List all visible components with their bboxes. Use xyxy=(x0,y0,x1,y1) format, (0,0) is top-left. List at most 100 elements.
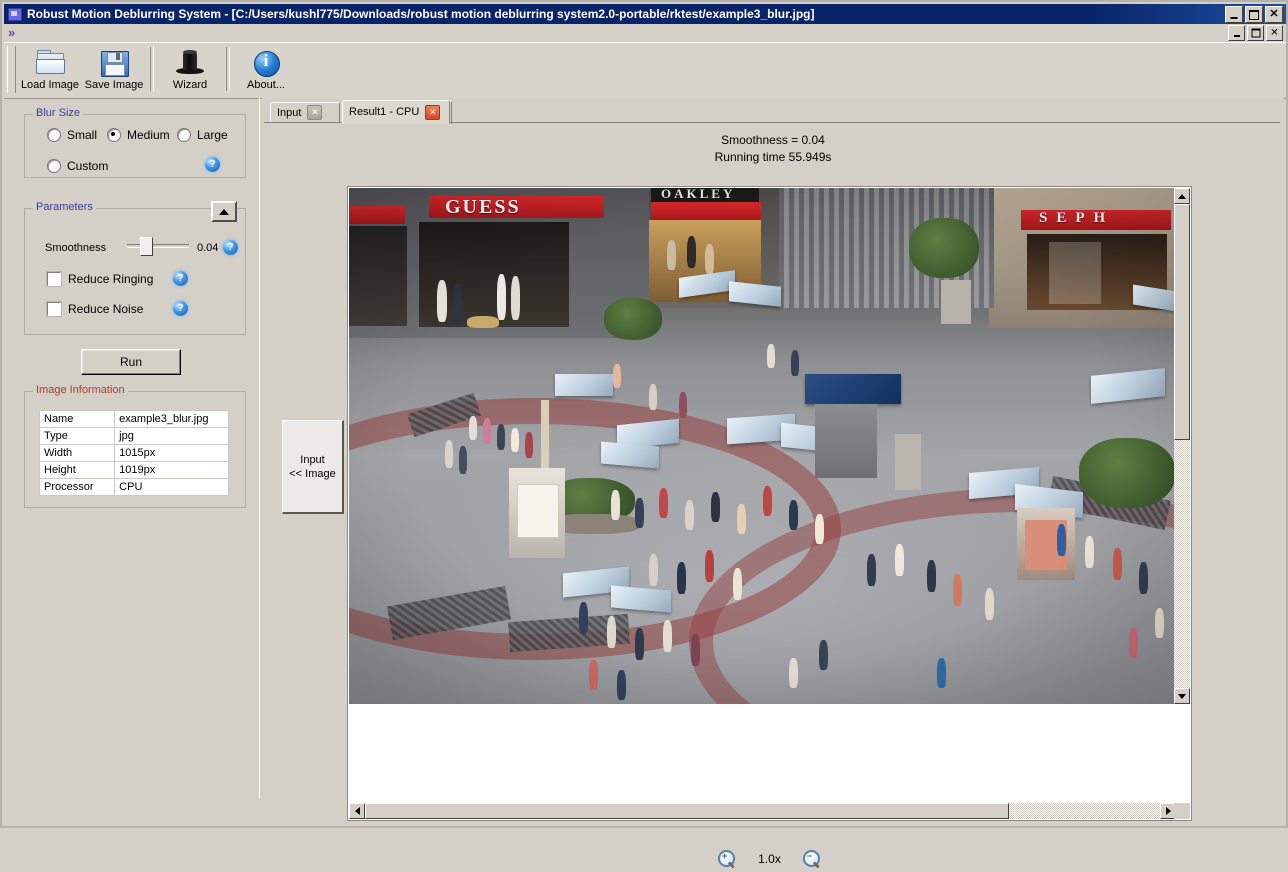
smoothness-status: Smoothness = 0.04 xyxy=(262,132,1284,149)
info-icon: i xyxy=(250,48,282,78)
zoom-in-icon[interactable]: + xyxy=(718,850,736,868)
mdi-minimize-button[interactable] xyxy=(1228,25,1245,41)
tab-result1-cpu[interactable]: Result1 - CPU ✕ xyxy=(342,100,450,124)
info-key-height: Height xyxy=(40,462,115,479)
reduce-ringing-box xyxy=(47,272,61,286)
reduce-ringing-label: Reduce Ringing xyxy=(68,272,153,286)
tab-input[interactable]: Input ✕ xyxy=(270,102,340,122)
image-canvas[interactable]: GUESS OAKLEY xyxy=(349,188,1176,704)
parameters-collapse-button[interactable] xyxy=(211,201,237,222)
checkbox-reduce-noise[interactable]: Reduce Noise xyxy=(47,302,143,316)
input-image-button[interactable]: Input << Image xyxy=(282,420,344,514)
radio-medium-box xyxy=(107,128,121,142)
input-image-line1: Input xyxy=(300,453,324,467)
radio-small[interactable]: Small xyxy=(47,128,97,142)
mdi-bar: » ✕ xyxy=(4,24,1286,42)
content-area: Input ✕ Result1 - CPU ✕ Smoothness = 0.0… xyxy=(262,98,1284,798)
scrollbar-corner xyxy=(1174,803,1190,819)
tab-result1-label: Result1 - CPU xyxy=(349,106,419,118)
horizontal-scroll-thumb[interactable] xyxy=(365,803,1009,819)
image-information-table: Name example3_blur.jpg Type jpg Width 10… xyxy=(39,410,229,496)
slider-thumb[interactable] xyxy=(140,237,153,256)
save-image-button[interactable]: Save Image xyxy=(82,45,146,95)
checkbox-reduce-ringing[interactable]: Reduce Ringing xyxy=(47,272,153,286)
floppy-disk-icon xyxy=(98,48,130,78)
chevron-expand-icon[interactable]: » xyxy=(8,26,30,39)
running-time-status: Running time 55.949s xyxy=(262,149,1284,166)
top-hat-icon xyxy=(174,48,206,78)
toolbar-grip[interactable] xyxy=(7,46,16,93)
info-key-processor: Processor xyxy=(40,479,115,496)
vertical-scroll-thumb[interactable] xyxy=(1174,204,1190,440)
arrow-down-icon xyxy=(1178,694,1186,699)
info-value-processor: CPU xyxy=(115,479,229,496)
scroll-down-button[interactable] xyxy=(1174,688,1190,704)
close-button[interactable]: ✕ xyxy=(1265,6,1283,23)
radio-medium-label: Medium xyxy=(127,128,170,142)
radio-large[interactable]: Large xyxy=(177,128,228,142)
image-information-group: Image Information Name example3_blur.jpg… xyxy=(24,391,246,508)
run-button[interactable]: Run xyxy=(81,349,181,375)
vertical-scrollbar[interactable] xyxy=(1174,188,1190,704)
arrow-left-icon xyxy=(355,807,360,815)
reduce-ringing-help-icon[interactable]: ? xyxy=(173,271,188,286)
smoothness-value: 0.04 xyxy=(197,242,218,254)
application-window: Robust Motion Deblurring System - [C:/Us… xyxy=(0,0,1288,828)
app-icon xyxy=(7,7,23,21)
maximize-button[interactable] xyxy=(1245,6,1263,23)
tab-input-close-icon[interactable]: ✕ xyxy=(307,105,322,120)
horizontal-scrollbar[interactable] xyxy=(349,803,1176,819)
info-value-height: 1019px xyxy=(115,462,229,479)
radio-large-box xyxy=(177,128,191,142)
tab-result1-close-icon[interactable]: ✕ xyxy=(425,105,440,120)
slider-track xyxy=(127,244,189,248)
reduce-noise-help-icon[interactable]: ? xyxy=(173,301,188,316)
parameters-legend: Parameters xyxy=(33,201,96,213)
input-image-line2: << Image xyxy=(289,467,335,481)
image-viewer: GUESS OAKLEY xyxy=(347,186,1192,821)
blur-size-legend: Blur Size xyxy=(33,107,83,119)
info-value-name: example3_blur.jpg xyxy=(115,411,229,428)
info-key-width: Width xyxy=(40,445,115,462)
smoothness-label: Smoothness xyxy=(45,242,106,254)
zoom-controls: + 1.0x − xyxy=(347,846,1192,872)
toolbar-separator-2 xyxy=(226,47,230,91)
radio-custom-label: Custom xyxy=(67,159,108,173)
zoom-out-icon[interactable]: − xyxy=(803,850,821,868)
smoothness-help-icon[interactable]: ? xyxy=(223,240,238,255)
close-icon: ✕ xyxy=(1269,9,1278,19)
parameters-group: Parameters Smoothness 0.04 ? Reduce Ring… xyxy=(24,208,246,335)
title-bar: Robust Motion Deblurring System - [C:/Us… xyxy=(4,4,1286,24)
tab-input-label: Input xyxy=(277,107,301,119)
table-row: Processor CPU xyxy=(40,479,229,496)
info-value-type: jpg xyxy=(115,428,229,445)
about-label: About... xyxy=(247,79,285,91)
scroll-left-button[interactable] xyxy=(349,803,365,819)
blur-size-help-icon[interactable]: ? xyxy=(205,157,220,172)
blur-size-group: Blur Size Small Medium Large Custom ? xyxy=(24,114,246,178)
mdi-window-controls: ✕ xyxy=(1228,25,1283,41)
viewer-frame: GUESS OAKLEY xyxy=(347,186,1192,821)
about-button[interactable]: i About... xyxy=(234,45,298,95)
table-row: Type jpg xyxy=(40,428,229,445)
save-image-label: Save Image xyxy=(85,79,144,91)
triangle-up-icon xyxy=(219,209,229,215)
radio-custom[interactable]: Custom xyxy=(47,159,108,173)
smoothness-slider[interactable] xyxy=(127,237,191,254)
minimize-button[interactable] xyxy=(1225,6,1243,23)
radio-small-label: Small xyxy=(67,128,97,142)
info-key-type: Type xyxy=(40,428,115,445)
radio-medium[interactable]: Medium xyxy=(107,128,170,142)
zoom-level: 1.0x xyxy=(758,852,781,866)
mdi-close-button[interactable]: ✕ xyxy=(1266,25,1283,41)
radio-large-label: Large xyxy=(197,128,228,142)
load-image-button[interactable]: Load Image xyxy=(18,45,82,95)
wizard-button[interactable]: Wizard xyxy=(158,45,222,95)
radio-small-box xyxy=(47,128,61,142)
scroll-up-button[interactable] xyxy=(1174,188,1190,204)
mdi-restore-button[interactable] xyxy=(1247,25,1264,41)
radio-custom-box xyxy=(47,159,61,173)
main-toolbar: Load Image Save Image Wizard i About... xyxy=(4,42,1286,99)
arrow-right-icon xyxy=(1166,807,1171,815)
status-text: Smoothness = 0.04 Running time 55.949s xyxy=(262,132,1284,166)
